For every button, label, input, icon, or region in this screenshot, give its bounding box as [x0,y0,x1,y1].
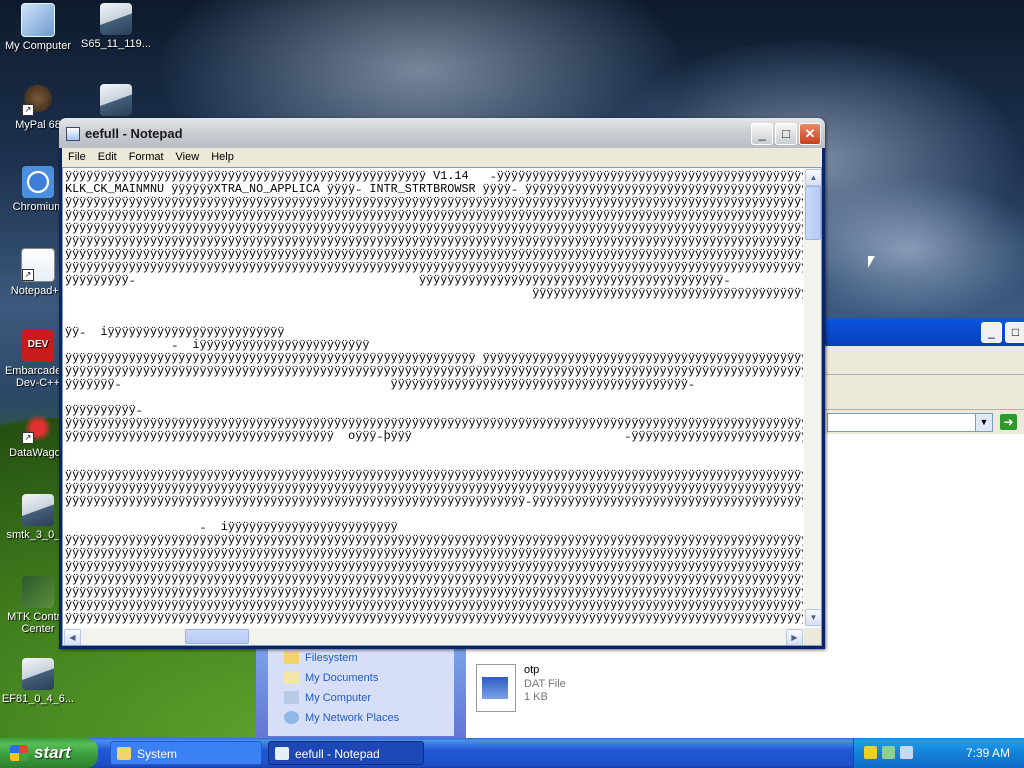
scroll-up-button[interactable]: ▲ [805,169,821,186]
minimize-button[interactable]: _ [981,322,1002,343]
mtk-icon [22,576,54,608]
documents-icon [284,671,299,684]
other-places-label: Filesystem [305,652,358,664]
menu-format[interactable]: Format [123,148,170,163]
desktop-icon-tool[interactable] [75,84,157,119]
tool-icon [22,494,54,526]
menu-file[interactable]: File [62,148,92,163]
windows-flag-icon [10,745,28,761]
file-item-otp[interactable]: otp DAT File 1 KB [476,658,636,718]
notepad-titlebar[interactable]: eefull - Notepad _ □ ✕ [59,118,825,148]
scroll-thumb-vertical[interactable] [805,186,821,240]
dat-file-icon [476,664,516,712]
taskbar: start System eefull - Notepad 7:39 AM [0,738,1024,768]
desktop-icon-label: Chromium [12,201,64,213]
scroll-left-button[interactable]: ◀ [64,629,81,645]
desktop-icon-label: MyPal 68 [15,119,61,131]
notepad-icon [275,747,289,760]
menu-help[interactable]: Help [205,148,240,163]
other-places-label: My Documents [305,672,379,684]
go-arrow-icon[interactable]: ➜ [1000,414,1017,430]
other-places-item[interactable]: My Documents [268,668,454,688]
desktop-icon-ef81[interactable]: EF81_0_4_6... [0,658,79,705]
file-name: otp [524,664,540,676]
other-places-item[interactable]: My Computer [268,688,454,708]
computer-icon [284,691,299,704]
menubar: File Edit Format View Help [62,148,822,167]
folder-icon [117,747,131,760]
tool-icon [22,658,54,690]
menu-view[interactable]: View [170,148,206,163]
text-editor[interactable]: ÿÿÿÿÿÿÿÿÿÿÿÿÿÿÿÿÿÿÿÿÿÿÿÿÿÿÿÿÿÿÿÿÿÿÿÿÿÿÿÿ… [62,167,822,646]
raccoon-icon: ↗ [22,84,54,116]
taskbar-button-notepad[interactable]: eefull - Notepad [268,741,424,765]
scroll-right-button[interactable]: ▶ [786,629,803,645]
start-label: start [34,743,71,762]
taskbar-button-system[interactable]: System [110,741,262,765]
network-tray-icon[interactable] [882,746,895,759]
maximize-button[interactable]: □ [1005,322,1024,343]
shortcut-arrow-icon: ↗ [22,432,34,444]
menu-edit[interactable]: Edit [92,148,123,163]
explorer-content: Filesystem My Documents My Computer My N… [256,648,1024,738]
address-dropdown-button[interactable]: ▼ [975,413,993,432]
scrollbar-corner [804,628,821,645]
network-icon [284,711,299,724]
scroll-thumb-horizontal[interactable] [185,629,249,644]
file-size: 1 KB [524,691,548,703]
address-input[interactable] [827,413,993,432]
datawagon-icon: ↗ [22,412,54,444]
tool-icon [100,84,132,116]
dev-badge: DEV [27,339,49,350]
dev-cpp-icon: DEV [22,330,54,362]
security-shield-icon[interactable] [864,746,877,759]
desktop-icon-label: Notepad++ [10,285,66,297]
system-tray: 7:39 AM [853,738,1024,768]
desktop-icon-label: S65_11_119... [81,38,151,50]
my-computer-icon [21,3,55,37]
desktop-icon-label: My Computer [4,40,72,52]
explorer-toolbar [821,375,1024,410]
other-places-panel: Filesystem My Documents My Computer My N… [256,648,466,738]
desktop-icon-my-computer[interactable]: My Computer [0,3,79,52]
explorer-titlebar[interactable]: _ □ [821,318,1024,346]
clock[interactable]: 7:39 AM [966,746,1010,760]
scroll-down-button[interactable]: ▼ [805,609,821,626]
shortcut-arrow-icon: ↗ [22,104,34,116]
document-text[interactable]: ÿÿÿÿÿÿÿÿÿÿÿÿÿÿÿÿÿÿÿÿÿÿÿÿÿÿÿÿÿÿÿÿÿÿÿÿÿÿÿÿ… [65,170,803,625]
explorer-menubar [821,346,1024,375]
other-places-label: My Computer [305,692,372,704]
maximize-button[interactable]: □ [775,123,797,145]
notepad-icon [66,127,80,141]
close-button[interactable]: ✕ [799,123,821,145]
tool-icon [100,3,132,35]
vertical-scrollbar[interactable]: ▲ ▼ [804,168,821,627]
other-places-item[interactable]: My Network Places [268,708,454,728]
window-title: eefull - Notepad [85,126,183,141]
notepad-window[interactable]: eefull - Notepad _ □ ✕ File Edit Format Vie… [59,118,825,649]
other-places-label: My Network Places [305,712,400,724]
start-button[interactable]: start [0,738,98,768]
other-places-item[interactable]: Filesystem [268,648,454,668]
chromium-icon [22,166,54,198]
file-type: DAT File [524,678,566,690]
mouse-cursor-icon [868,256,875,268]
desktop-icon-s65[interactable]: S65_11_119... [75,3,157,50]
horizontal-scrollbar[interactable]: ◀ ▶ [63,628,804,645]
address-bar[interactable]: ▼ ➜ [821,410,1024,434]
shortcut-arrow-icon: ↗ [22,269,34,281]
desktop-icon-label: EF81_0_4_6... [1,693,75,705]
minimize-button[interactable]: _ [751,123,773,145]
taskbar-button-label: System [137,747,178,761]
taskbar-button-label: eefull - Notepad [295,747,380,761]
folder-icon [284,651,299,664]
notepad-plus-icon: ↗ [21,248,55,282]
volume-icon[interactable] [900,746,913,759]
